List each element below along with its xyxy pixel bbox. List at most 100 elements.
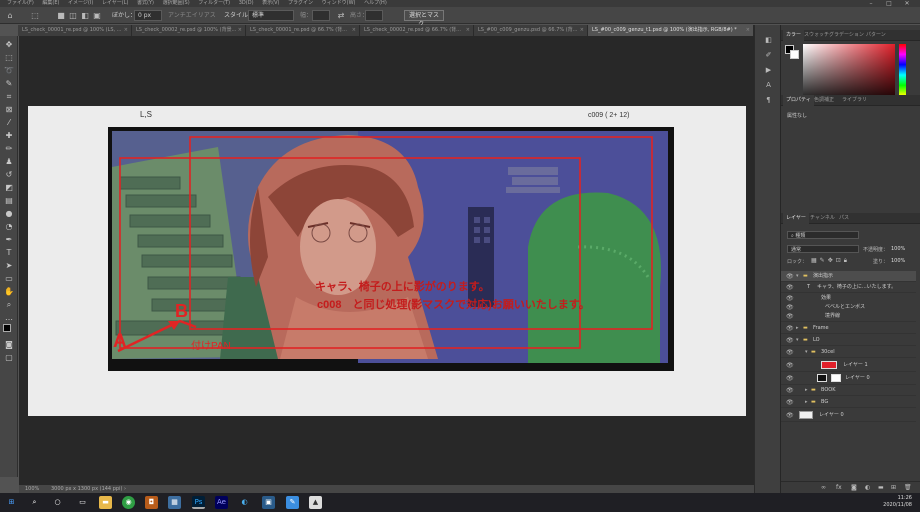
antialias-checkbox[interactable]: アンチエイリアス <box>168 10 216 21</box>
tab-libraries[interactable]: ライブラリ <box>839 95 870 106</box>
select-and-mask-button[interactable]: 選択とマスク... <box>404 10 444 28</box>
search-icon[interactable]: ⌕ <box>28 496 41 509</box>
minimize-button[interactable]: – <box>864 0 878 7</box>
layer-row-演出指示[interactable]: 👁︎ ▾ ▬ 演出指示 <box>781 271 916 282</box>
stamp-tool-icon[interactable]: ♟ <box>4 157 14 167</box>
menu-layer[interactable]: レイヤー(L) <box>102 0 129 7</box>
gradient-tool-icon[interactable]: ▤ <box>4 196 14 206</box>
crop-tool-icon[interactable]: ⌗ <box>4 92 14 102</box>
tab-gradients[interactable]: グラデーション <box>826 30 867 41</box>
tab-adjustments[interactable]: 色調補正 <box>811 95 837 106</box>
blend-mode-select[interactable]: 通常 <box>787 245 859 253</box>
close-tab-icon[interactable]: × <box>238 25 242 36</box>
layer-row-frame[interactable]: 👁︎ ▸ ▬ Frame <box>781 323 916 334</box>
chevron-right-icon[interactable]: ▸ <box>805 385 808 395</box>
bg-color-chip[interactable] <box>790 50 799 59</box>
menu-file[interactable]: ファイル(F) <box>7 0 34 7</box>
intersect-selection-icon[interactable]: ▣ <box>92 10 102 21</box>
history-panel-icon[interactable]: ◧ <box>764 36 773 45</box>
menu-view[interactable]: 表示(V) <box>262 0 279 7</box>
swap-dimensions-icon[interactable]: ⇄ <box>336 10 346 21</box>
doc-size[interactable]: 3000 px x 1300 px (144 ppi) <box>51 485 122 493</box>
add-selection-icon[interactable]: ◫ <box>68 10 78 21</box>
visibility-eye-icon[interactable]: 👁︎ <box>786 347 794 357</box>
close-tab-icon[interactable]: × <box>124 25 128 36</box>
chevron-down-icon[interactable]: ▾ <box>796 271 799 281</box>
zoom-level[interactable]: 100% <box>25 485 39 493</box>
frame-tool-icon[interactable]: ⊠ <box>4 105 14 115</box>
actions-panel-icon[interactable]: ▶ <box>764 66 773 75</box>
marquee-tool-icon[interactable]: ⬚ <box>4 53 14 63</box>
layer-row-bg[interactable]: 👁︎ ▸ ▬ BG <box>781 397 916 408</box>
foreground-color-swatch[interactable] <box>3 324 11 332</box>
visibility-eye-icon[interactable]: 👁︎ <box>786 359 794 371</box>
rect-marquee-icon[interactable]: ⬚ <box>30 10 40 21</box>
chevron-right-icon[interactable]: ▸ <box>805 397 808 407</box>
photos-icon[interactable]: ▲ <box>309 496 322 509</box>
windows-start-icon[interactable]: ⊞ <box>5 496 18 509</box>
maximize-button[interactable]: □ <box>882 0 896 7</box>
tab-patterns[interactable]: パターン <box>863 30 889 41</box>
paragraph-panel-icon[interactable]: ¶ <box>764 96 773 105</box>
more-tools-icon[interactable]: … <box>4 313 14 323</box>
app-icon-feather[interactable]: ✎ <box>286 496 299 509</box>
close-tab-icon[interactable]: × <box>352 25 356 36</box>
status-arrow-icon[interactable]: › <box>124 485 126 493</box>
visibility-eye-icon[interactable]: 👁︎ <box>786 323 794 333</box>
layer-row-text[interactable]: 👁︎ T キャラ、椅子の上に...いたします。 <box>781 282 916 293</box>
type-tool-icon[interactable]: T <box>4 248 14 258</box>
dodge-tool-icon[interactable]: ◔ <box>4 222 14 232</box>
zoom-tool-icon[interactable]: ⌕ <box>4 300 14 310</box>
quick-select-tool-icon[interactable]: ✎ <box>4 79 14 89</box>
screen-mode-icon[interactable]: ▢ <box>4 353 14 363</box>
character-panel-icon[interactable]: A <box>764 81 773 90</box>
layer-row-bottom-layer0[interactable]: 👁︎ レイヤー 0 <box>781 409 916 422</box>
visibility-eye-icon[interactable]: 👁︎ <box>786 409 794 421</box>
menu-type[interactable]: 書式(Y) <box>137 0 154 7</box>
chevron-down-icon[interactable]: ▾ <box>796 335 799 345</box>
close-tab-icon[interactable]: × <box>746 25 750 36</box>
file-explorer-icon[interactable]: ▬ <box>99 496 112 509</box>
app-icon-blue[interactable]: ▦ <box>168 496 181 509</box>
height-input[interactable] <box>365 10 383 21</box>
tab-properties[interactable]: プロパティ <box>783 95 814 106</box>
fill-value[interactable]: 100% <box>891 258 905 264</box>
menu-3d[interactable]: 3D(D) <box>239 0 254 7</box>
edge-icon[interactable]: ◐ <box>238 496 251 509</box>
subtract-selection-icon[interactable]: ◧ <box>80 10 90 21</box>
eraser-tool-icon[interactable]: ◩ <box>4 183 14 193</box>
style-select[interactable]: 標準 <box>248 10 294 21</box>
feather-input[interactable]: 0 px <box>134 10 162 21</box>
layer-row-layer0[interactable]: 👁︎ レイヤー 0 <box>781 372 916 385</box>
document-canvas-area[interactable]: L,S c009 ( 2+ 12) A B 付けPAN キャラ、椅子の上に影がの… <box>19 36 754 485</box>
hand-tool-icon[interactable]: ✋ <box>4 287 14 297</box>
menu-image[interactable]: イメージ(I) <box>68 0 93 7</box>
home-icon[interactable]: ⌂ <box>5 10 15 21</box>
layer-filter-select[interactable]: ⌕ 種類 <box>787 231 859 239</box>
close-window-button[interactable]: ✕ <box>900 0 914 7</box>
layer-effect-stroke[interactable]: 👁︎ 境界線 <box>781 311 916 322</box>
after-effects-icon[interactable]: Ae <box>215 496 228 509</box>
chevron-down-icon[interactable]: ▾ <box>805 347 808 357</box>
close-tab-icon[interactable]: × <box>466 25 470 36</box>
shape-tool-icon[interactable]: ▭ <box>4 274 14 284</box>
menu-select[interactable]: 選択範囲(S) <box>163 0 190 7</box>
doc-tab-3[interactable]: LS_check_00001_re.psd @ 66.7% (背... × <box>246 25 360 36</box>
menu-edit[interactable]: 編集(E) <box>42 0 59 7</box>
doc-tab-1[interactable]: LS_check_00001_re.psd @ 100% (LS, ... × <box>18 25 132 36</box>
doc-tab-2[interactable]: LS_check_00002_re.psd @ 100% (背景... × <box>132 25 246 36</box>
blur-tool-icon[interactable]: ● <box>4 209 14 219</box>
photoshop-icon[interactable]: Ps <box>192 496 205 509</box>
menu-help[interactable]: ヘルプ(H) <box>364 0 387 7</box>
path-select-tool-icon[interactable]: ➤ <box>4 261 14 271</box>
task-view-icon[interactable]: ○ <box>51 496 64 509</box>
layer-row-layer1[interactable]: 👁︎ レイヤー 1 <box>781 359 916 372</box>
eyedropper-tool-icon[interactable]: ⁄ <box>4 118 14 128</box>
chevron-right-icon[interactable]: ▸ <box>796 323 799 333</box>
tab-paths[interactable]: パス <box>836 213 852 224</box>
healing-tool-icon[interactable]: ✚ <box>4 131 14 141</box>
visibility-eye-icon[interactable]: 👁︎ <box>786 385 794 395</box>
brush-panel-icon[interactable]: ✐ <box>764 51 773 60</box>
menu-filter[interactable]: フィルター(T) <box>198 0 230 7</box>
tab-channels[interactable]: チャンネル <box>807 213 838 224</box>
